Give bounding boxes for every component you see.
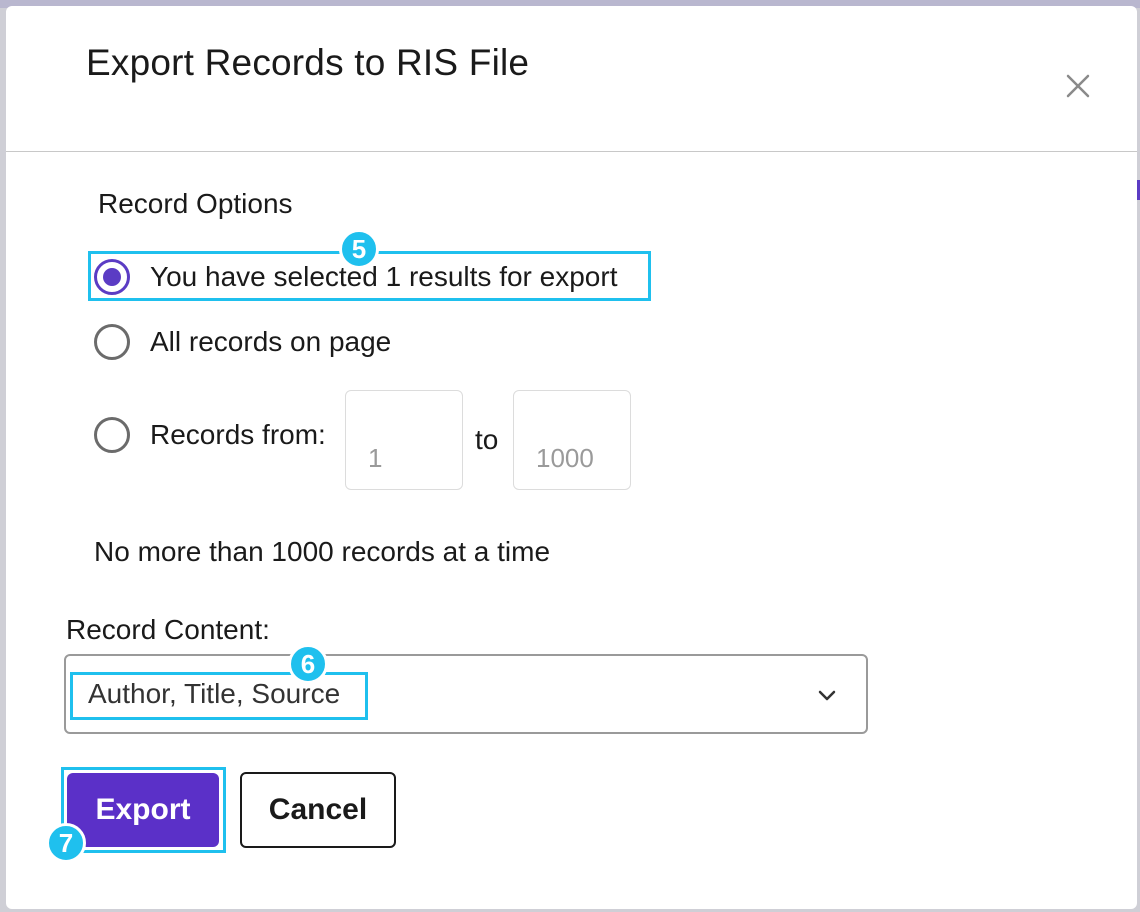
dialog-title: Export Records to RIS File (86, 42, 530, 83)
chevron-down-icon (816, 684, 838, 711)
option-records-from-label: Records from: (150, 419, 326, 450)
callout-step-7: 7 (46, 823, 86, 863)
record-options-label: Record Options (98, 188, 293, 219)
record-content-label: Record Content: (66, 614, 270, 645)
export-dialog: Export Records to RIS File Record Option… (6, 6, 1137, 909)
export-button[interactable]: Export (67, 773, 219, 847)
range-to-label: to (475, 424, 499, 455)
cancel-button[interactable]: Cancel (240, 772, 396, 848)
callout-step-6: 6 (288, 644, 328, 684)
highlight-record-content (70, 672, 368, 720)
max-records-note: No more than 1000 records at a time (94, 536, 551, 567)
records-to-input[interactable]: 1000 (513, 390, 631, 490)
records-from-input[interactable]: 1 (345, 390, 463, 490)
radio-all-records-on-page[interactable] (94, 324, 130, 360)
option-all-records-on-page[interactable]: All records on page (94, 324, 391, 360)
close-button[interactable] (1060, 68, 1096, 104)
callout-step-5: 5 (339, 229, 379, 269)
dialog-header: Export Records to RIS File (6, 6, 1137, 152)
close-icon (1066, 74, 1090, 98)
radio-records-from[interactable] (94, 417, 130, 453)
option-all-records-label: All records on page (150, 326, 392, 357)
option-records-from[interactable]: Records from: (94, 417, 326, 453)
